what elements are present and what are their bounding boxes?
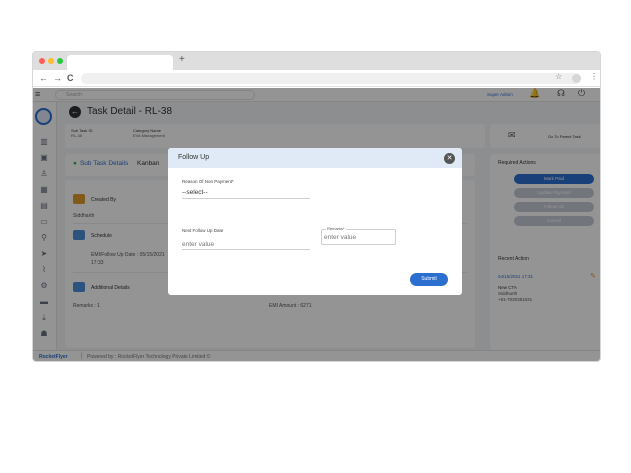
reload-icon[interactable]: C — [67, 73, 74, 83]
close-window-icon[interactable] — [39, 58, 45, 64]
follow-up-modal: Follow Up ✕ Reason Of Non Payment* --sel… — [168, 148, 462, 295]
browser-tab[interactable] — [67, 55, 173, 70]
new-tab-button[interactable]: + — [179, 54, 185, 65]
forward-arrow-icon[interactable]: → — [53, 73, 62, 83]
browser-menu-icon[interactable]: ⋮ — [590, 72, 598, 81]
remarks-field[interactable]: Remarks* — [321, 226, 396, 245]
browser-tab-bar: + — [33, 52, 600, 70]
profile-avatar-icon[interactable] — [572, 74, 581, 83]
submit-button[interactable]: Submit — [410, 273, 448, 286]
app-viewport: ≡ Search Super Admin 🔔 ☊ ⏻ ▥ ▣ ♙ ▦ ▤ ▭ ⚲… — [33, 88, 600, 361]
browser-toolbar: ← → C ☆ ⋮ — [33, 70, 600, 87]
reason-label: Reason Of Non Payment* — [182, 179, 234, 184]
followup-date-label: Next Follow Up Date — [182, 228, 224, 233]
remarks-input[interactable] — [324, 233, 392, 242]
maximize-window-icon[interactable] — [57, 58, 63, 64]
back-arrow-icon[interactable]: ← — [39, 73, 48, 83]
reason-select[interactable]: --select-- — [182, 188, 310, 199]
bookmark-star-icon[interactable]: ☆ — [555, 72, 562, 81]
close-icon[interactable]: ✕ — [444, 153, 455, 164]
minimize-window-icon[interactable] — [48, 58, 54, 64]
address-bar[interactable] — [81, 73, 581, 84]
modal-title: Follow Up — [178, 154, 210, 161]
followup-date-input[interactable] — [182, 239, 310, 250]
modal-header: Follow Up ✕ — [168, 148, 462, 168]
browser-window: + ← → C ☆ ⋮ ≡ Search Super Admin 🔔 ☊ ⏻ ▥… — [32, 51, 601, 362]
remarks-label: Remarks* — [326, 226, 346, 231]
